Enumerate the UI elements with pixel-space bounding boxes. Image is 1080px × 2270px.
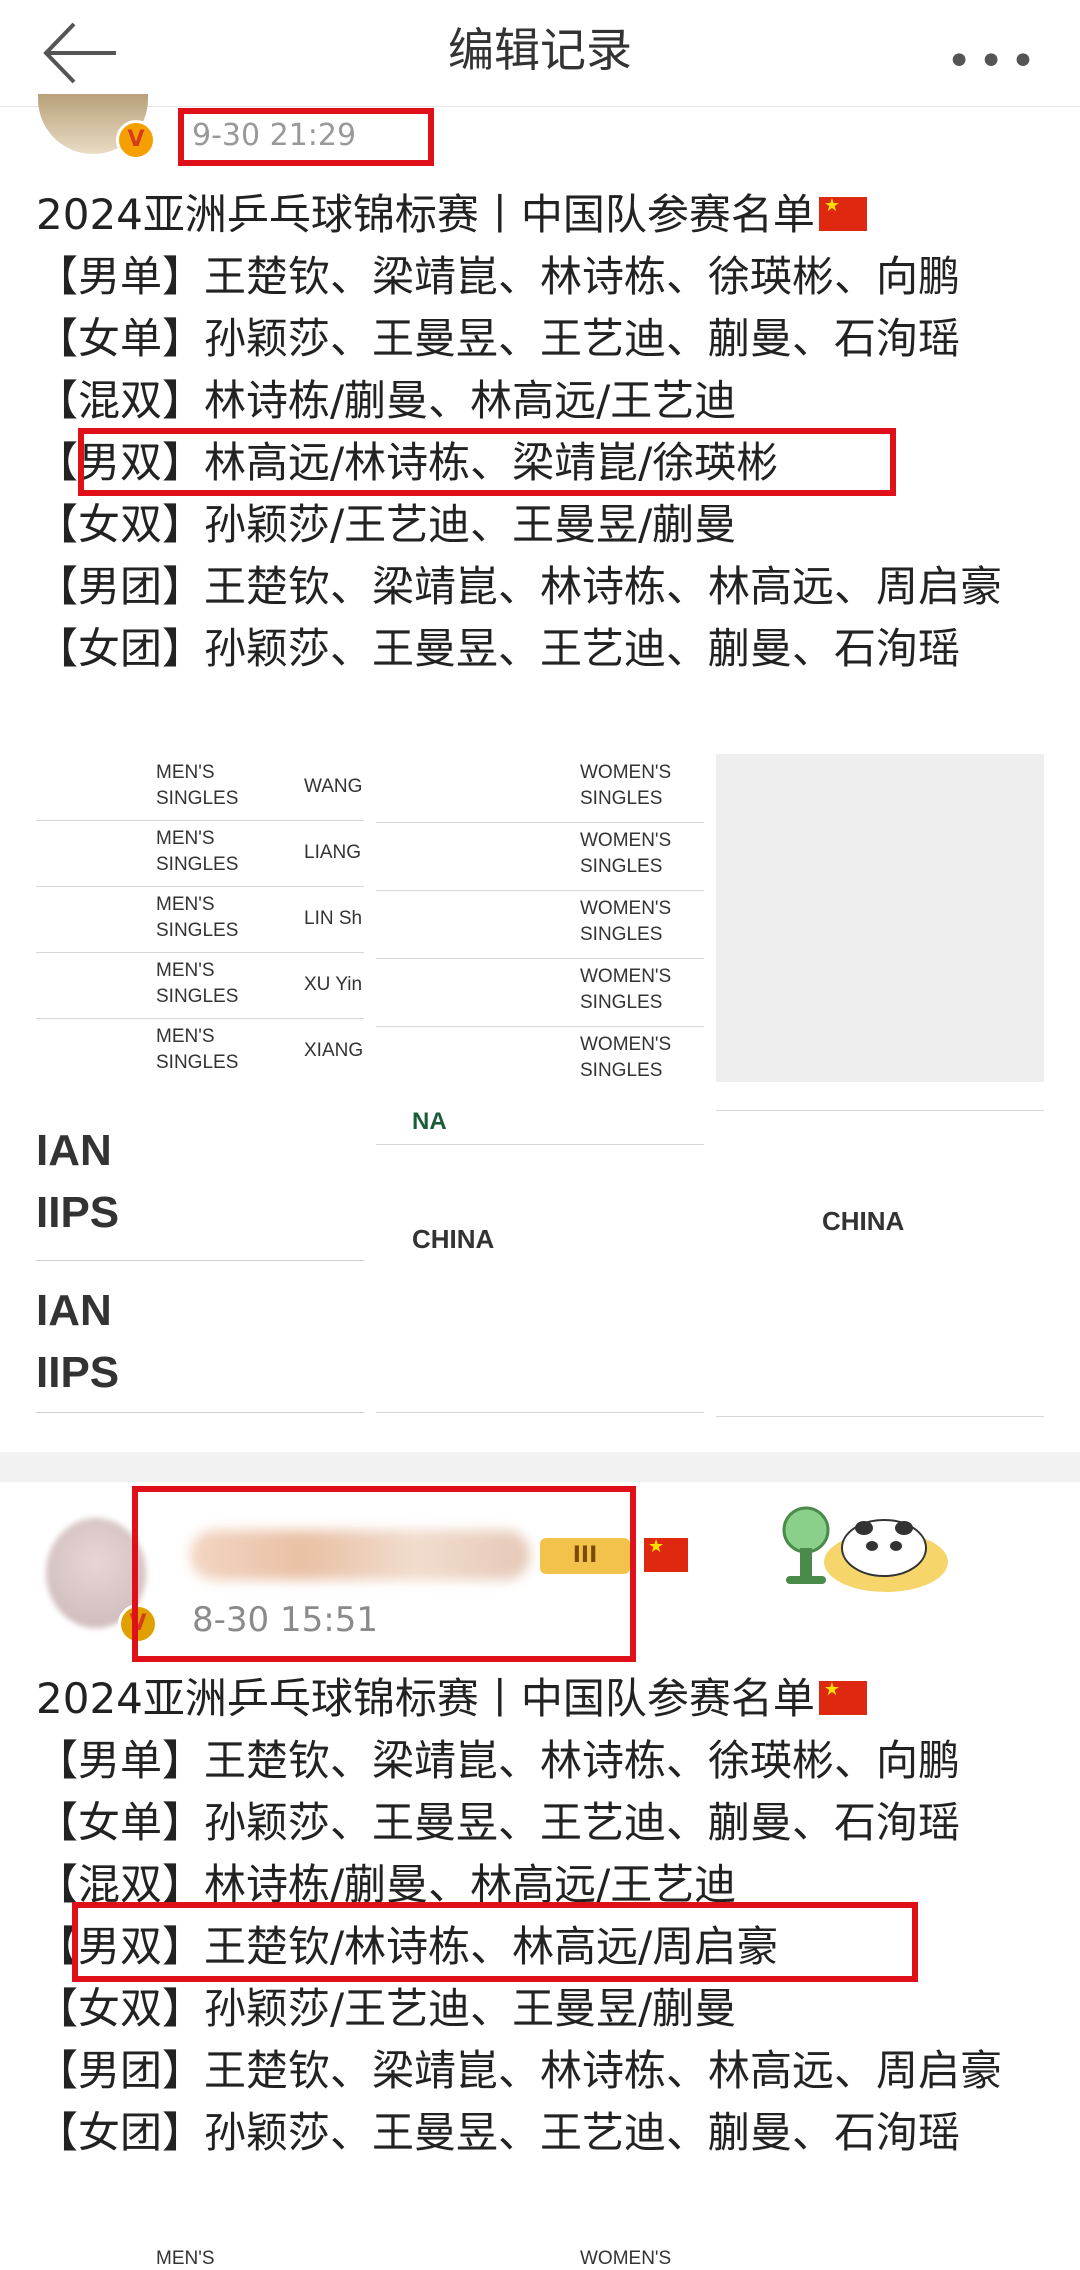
- event-label: WOMEN'S SINGLES: [580, 898, 672, 945]
- panda-sticker-icon: [782, 1506, 948, 1592]
- china-flag-icon: [818, 1680, 867, 1715]
- player-name: LIANG: [304, 842, 362, 863]
- line-womens-team: 【女团】孙颖莎、王曼昱、王艺迪、蒯曼、石洵瑶: [36, 624, 961, 673]
- line-mens-team: 【男团】王楚钦、梁靖崑、林诗栋、林高远、周启豪: [36, 562, 1003, 611]
- line-mens-singles: 【男单】王楚钦、梁靖崑、林诗栋、徐瑛彬、向鹏: [36, 1736, 961, 1785]
- event-label: WOMEN'S SINGLES: [580, 1034, 672, 1081]
- line-womens-doubles: 【女双】孙颖莎/王艺迪、王曼昱/蒯曼: [36, 1984, 737, 2033]
- highlight-box-header: [132, 1486, 636, 1662]
- post-heading: 2024亚洲乒乓球锦标赛丨中国队参赛名单: [36, 1668, 1046, 1730]
- highlight-box-mens-doubles: [78, 428, 896, 496]
- team-label: CHINA: [822, 1206, 905, 1236]
- event-label: WOMEN'S SINGLES: [580, 762, 672, 809]
- image-grid: MEN'S SINGLES WANG MEN'S SINGLES LIANG M…: [36, 754, 1044, 1418]
- line-mixed-doubles: 【混双】林诗栋/蒯曼、林高远/王艺迪: [36, 376, 737, 425]
- event-label: MEN'S SINGLES: [156, 828, 239, 875]
- image-china-team[interactable]: NA CHINA: [376, 1094, 704, 1418]
- team-label: CHINA: [412, 1224, 495, 1254]
- player-name: WANG: [304, 776, 363, 797]
- team-code: NA: [412, 1108, 447, 1135]
- line-womens-singles: 【女单】孙颖莎、王曼昱、王艺迪、蒯曼、石洵瑶: [36, 1798, 961, 1847]
- top-bar: 编辑记录 •••: [0, 0, 1080, 107]
- event-label: WOMEN'S SINGLES: [580, 830, 672, 877]
- post-heading: 2024亚洲乒乓球锦标赛丨中国队参赛名单: [36, 184, 1046, 246]
- line-womens-doubles: 【女双】孙颖莎/王艺迪、王曼昱/蒯曼: [36, 500, 737, 549]
- image-championships-banner[interactable]: IAN IIPS IAN IIPS: [36, 1094, 364, 1418]
- event-label: MEN'S SINGLES: [156, 894, 239, 941]
- highlight-box-mens-doubles: [72, 1902, 918, 1982]
- event-label: MEN'S SINGLES: [156, 1026, 239, 1073]
- banner-text: IAN IIPS: [36, 1286, 120, 1397]
- image-mens-singles[interactable]: MEN'S SINGLES WANG MEN'S SINGLES LIANG M…: [36, 754, 364, 1082]
- verified-badge-icon: V: [116, 120, 156, 160]
- image-placeholder[interactable]: [716, 754, 1044, 1082]
- event-label: MEN'S SINGLES: [156, 960, 239, 1007]
- highlight-box-timestamp: [178, 108, 434, 166]
- player-name: LIN Sh: [304, 908, 363, 929]
- event-label: MEN'S: [156, 2248, 215, 2269]
- line-mens-team: 【男团】王楚钦、梁靖崑、林诗栋、林高远、周启豪: [36, 2046, 1003, 2095]
- line-mens-singles: 【男单】王楚钦、梁靖崑、林诗栋、徐瑛彬、向鹏: [36, 252, 961, 301]
- player-name: XIANG: [304, 1040, 364, 1061]
- image-mens-singles[interactable]: MEN'S: [36, 2240, 364, 2270]
- china-flag-icon: [818, 196, 867, 231]
- more-options-icon[interactable]: •••: [946, 36, 1042, 87]
- player-name: XU Yin: [304, 974, 363, 995]
- post-separator: [0, 1452, 1080, 1482]
- event-label: MEN'S SINGLES: [156, 762, 239, 809]
- banner-text: IAN IIPS: [36, 1126, 120, 1237]
- image-china-label[interactable]: CHINA: [716, 1094, 1044, 1418]
- image-womens-singles[interactable]: WOMEN'S: [376, 2240, 704, 2270]
- line-womens-singles: 【女单】孙颖莎、王曼昱、王艺迪、蒯曼、石洵瑶: [36, 314, 961, 363]
- line-womens-team: 【女团】孙颖莎、王曼昱、王艺迪、蒯曼、石洵瑶: [36, 2108, 961, 2157]
- page-title: 编辑记录: [448, 23, 632, 77]
- event-label: WOMEN'S: [580, 2248, 672, 2269]
- event-label: WOMEN'S SINGLES: [580, 966, 672, 1013]
- image-womens-singles[interactable]: WOMEN'S SINGLES WOMEN'S SINGLES WOMEN'S …: [376, 754, 704, 1082]
- china-flag-icon: [644, 1538, 688, 1572]
